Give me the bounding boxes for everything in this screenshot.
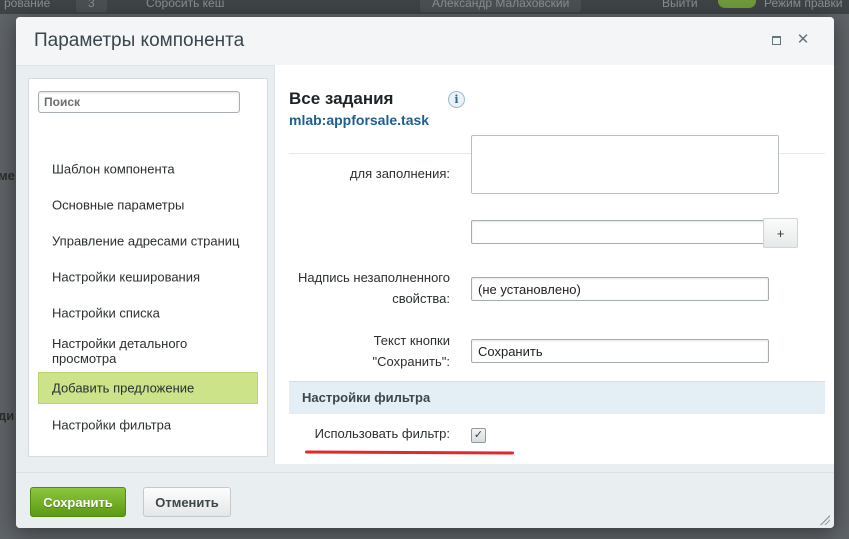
sidebar-item-label: Настройки фильтра	[52, 417, 172, 433]
required-fields-label: для заполнения:	[349, 166, 450, 181]
close-icon[interactable]: ✕	[795, 32, 811, 48]
filter-section-title: Настройки фильтра	[302, 390, 431, 405]
use-filter-label: Использовать фильтр:	[314, 426, 450, 441]
required-fields-list[interactable]	[471, 135, 779, 194]
sidebar-item-label: Настройки списка	[52, 305, 160, 321]
toolbar-edit-mode: Режим правки	[764, 0, 843, 10]
dialog-footer: Сохранить Отменить	[16, 472, 834, 528]
settings-nav: Шаблон компонента Основные параметры Упр…	[29, 151, 267, 443]
toolbar-user: Александр Малаховский	[420, 0, 582, 12]
sidebar-item-detail[interactable]: Настройки детального просмотра	[38, 331, 258, 371]
backdrop-fragment: ме	[0, 168, 15, 183]
settings-panel: Все задания i mlab:appforsale.task для з…	[274, 65, 834, 464]
sidebar-item-filter[interactable]: Настройки фильтра	[38, 407, 258, 443]
save-button-text-input[interactable]	[471, 339, 769, 363]
toolbar-fragment: рование	[4, 0, 51, 10]
sidebar-item-sef[interactable]: Управление адресами страниц	[38, 223, 258, 259]
save-button-text-label-line2: "Сохранить":	[372, 354, 450, 369]
add-field-button[interactable]: +	[763, 218, 798, 248]
search-input[interactable]	[38, 91, 240, 113]
cancel-button[interactable]: Отменить	[143, 487, 231, 517]
maximize-icon[interactable]	[768, 32, 784, 48]
sidebar-item-label: Основные параметры	[52, 197, 185, 213]
highlight-underline	[304, 450, 515, 455]
use-filter-checkbox[interactable]: ✓	[471, 428, 486, 443]
empty-property-label-line1: Надпись незаполненного	[298, 270, 450, 285]
sidebar-item-list[interactable]: Настройки списка	[38, 295, 258, 331]
empty-property-input[interactable]	[471, 277, 769, 301]
save-button-text-label-line1: Текст кнопки	[373, 333, 450, 348]
required-field-input[interactable]	[471, 220, 769, 244]
dialog-header: Параметры компонента ✕	[16, 17, 834, 66]
sidebar-item-label: Шаблон компонента	[52, 161, 175, 177]
sidebar-item-label: Управление адресами страниц	[52, 233, 240, 249]
toolbar-counter: 3	[76, 0, 107, 12]
filter-section-header: Настройки фильтра	[289, 381, 825, 414]
sidebar-item-basic[interactable]: Основные параметры	[38, 187, 258, 223]
component-code: mlab:appforsale.task	[289, 112, 430, 128]
sidebar-item-label: Добавить предложение	[52, 380, 195, 396]
empty-property-label-line2: свойства:	[392, 291, 450, 306]
backdrop-fragment: ди	[0, 408, 15, 423]
toolbar-edit-toggle	[718, 0, 756, 8]
toolbar-logout: Выйти	[662, 0, 698, 10]
sidebar-item-template[interactable]: Шаблон компонента	[38, 151, 258, 187]
resize-handle[interactable]	[820, 515, 830, 525]
admin-toolbar-backdrop: рование 3 Сбросить кеш Александр Малахов…	[0, 0, 849, 14]
sidebar-item-label: Настройки детального просмотра	[52, 336, 188, 366]
sidebar-item-add-offer[interactable]: Добавить предложение	[38, 372, 258, 404]
sidebar-item-cache[interactable]: Настройки кеширования	[38, 259, 258, 295]
toolbar-clear-cache: Сбросить кеш	[146, 0, 225, 10]
info-icon[interactable]: i	[448, 91, 465, 108]
empty-property-label: Надпись незаполненного свойства:	[298, 267, 450, 309]
component-settings-dialog: Параметры компонента ✕ Шаблон компонента…	[16, 17, 834, 528]
component-name: Все задания	[289, 89, 394, 108]
dialog-title: Параметры компонента	[34, 30, 245, 51]
save-button[interactable]: Сохранить	[30, 487, 126, 517]
sidebar-item-label: Настройки кеширования	[52, 269, 201, 285]
save-button-text-label: Текст кнопки "Сохранить":	[373, 330, 450, 372]
settings-sidebar: Шаблон компонента Основные параметры Упр…	[28, 78, 268, 457]
